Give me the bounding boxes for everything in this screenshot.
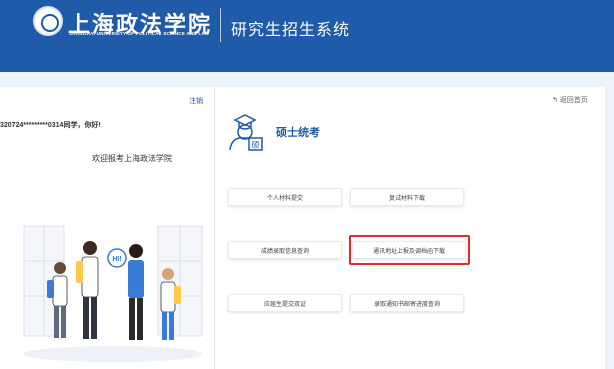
student-figure-2 — [76, 241, 99, 339]
submit-dual-certificates-button[interactable]: 应届生提交双证 — [228, 294, 342, 312]
hi-bubble-text: HI! — [112, 256, 121, 263]
student-figure-3 — [128, 244, 144, 340]
main-panel — [215, 87, 605, 369]
university-name-en: SHANGHAI UNIVERSITY OF POLITICAL SCIENCE… — [69, 31, 210, 36]
download-retest-materials-button[interactable]: 复试材料下载 — [350, 188, 464, 206]
section-title: 硕士统考 — [276, 127, 320, 139]
submit-personal-materials-button[interactable]: 个人材料提交 — [228, 188, 342, 206]
logout-link[interactable]: 注销 — [189, 96, 203, 106]
students-illustration: HI! — [23, 225, 203, 362]
system-title: 研究生招生系统 — [231, 22, 351, 39]
university-seal-logo — [33, 6, 63, 36]
header-divider — [220, 8, 221, 42]
graduate-exam-icon: 硕 — [229, 114, 263, 151]
admission-letter-tracking-button[interactable]: 录取通知书邮寄进度查询 — [350, 294, 464, 312]
highlight-annotation-box — [349, 235, 470, 265]
welcome-message: 欢迎报考上海政法学院 — [92, 154, 172, 163]
user-greeting: 320724*********0314同学，你好! — [0, 122, 101, 129]
header-bar: 上海政法学院 SHANGHAI UNIVERSITY OF POLITICAL … — [0, 0, 614, 72]
graduate-exam-icon-glyph: 硕 — [252, 141, 260, 150]
back-to-home-link[interactable]: ↰ 返回首页 — [552, 95, 588, 105]
score-admission-query-button[interactable]: 成绩录取信息查询 — [228, 241, 342, 259]
